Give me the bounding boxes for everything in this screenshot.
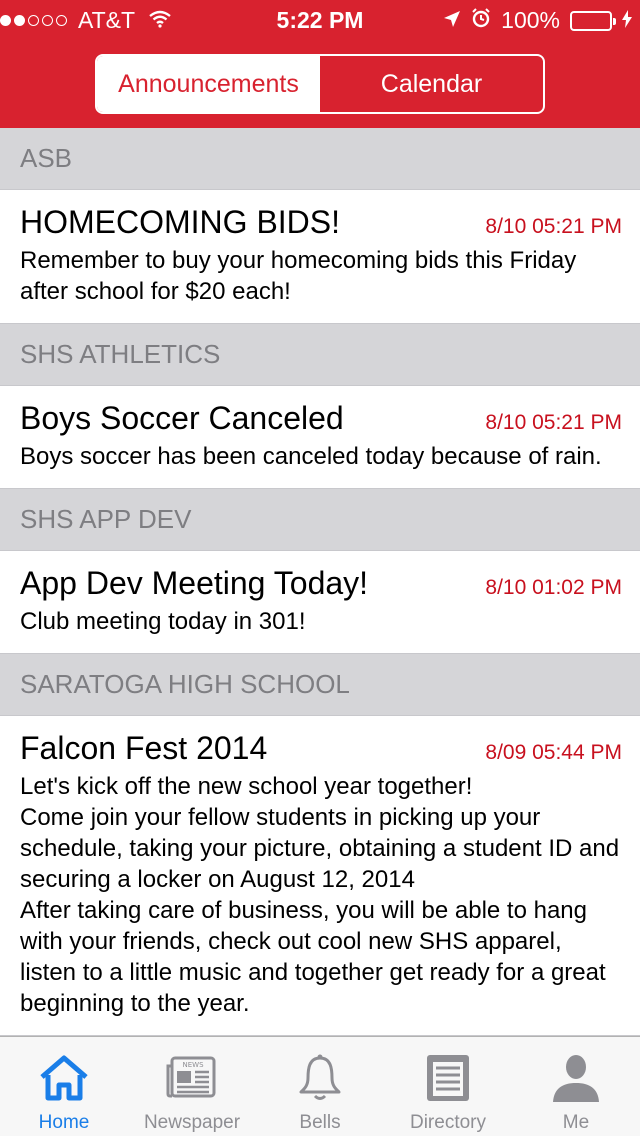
person-icon: [546, 1049, 606, 1107]
tab-label: Bells: [299, 1112, 341, 1133]
home-icon: [34, 1049, 94, 1107]
tab-calendar[interactable]: Calendar: [320, 56, 543, 112]
battery-percent: 100%: [501, 7, 560, 33]
newspaper-icon: NEWS: [162, 1049, 222, 1107]
announcement-title: Falcon Fest 2014: [20, 730, 268, 766]
segmented-control: Announcements Calendar: [95, 54, 545, 114]
charging-bolt-icon: [622, 7, 632, 34]
tab-label: Newspaper: [143, 1112, 241, 1133]
bell-icon: [290, 1049, 350, 1107]
tab-label: Me: [562, 1112, 590, 1133]
announcement-body: Club meeting today in 301!: [20, 608, 306, 635]
tab-announcements[interactable]: Announcements: [97, 56, 320, 112]
tab-home[interactable]: Home: [0, 1037, 128, 1136]
tab-me[interactable]: Me: [512, 1037, 640, 1136]
announcement-title: HOMECOMING BIDS!: [20, 204, 341, 240]
tab-bells[interactable]: Bells: [256, 1037, 384, 1136]
announcement-time: 8/09 05:44 PM: [485, 741, 622, 764]
announcement-item[interactable]: HOMECOMING BIDS! 8/10 05:21 PM Remember …: [0, 190, 640, 324]
announcement-item[interactable]: Falcon Fest 2014 8/09 05:44 PM Let's kic…: [0, 716, 640, 1036]
tab-label: Home: [38, 1112, 90, 1133]
tab-label: Directory: [409, 1112, 486, 1133]
announcement-time: 8/10 01:02 PM: [485, 576, 622, 599]
announcement-body: Boys soccer has been canceled today beca…: [20, 443, 602, 470]
section-header: ASB: [0, 128, 640, 190]
status-right: 100%: [433, 7, 632, 34]
section-header: SHS APP DEV: [0, 489, 640, 551]
tab-bar: Home NEWS Newspaper Bells Directory Me: [0, 1036, 640, 1136]
section-header: SHS ATHLETICS: [0, 324, 640, 386]
announcement-title: Boys Soccer Canceled: [20, 400, 344, 436]
announcement-title: App Dev Meeting Today!: [20, 565, 369, 601]
announcement-time: 8/10 05:21 PM: [485, 411, 622, 434]
announcement-body: Remember to buy your homecoming bids thi…: [20, 247, 577, 305]
tab-newspaper[interactable]: NEWS Newspaper: [128, 1037, 256, 1136]
alarm-icon: [471, 7, 491, 34]
tab-directory[interactable]: Directory: [384, 1037, 512, 1136]
location-arrow-icon: [443, 7, 461, 34]
section-header: SARATOGA HIGH SCHOOL: [0, 654, 640, 716]
battery-icon: [570, 10, 616, 31]
announcement-body: Let's kick off the new school year toget…: [20, 773, 620, 1017]
announcements-list[interactable]: ASB HOMECOMING BIDS! 8/10 05:21 PM Remem…: [0, 128, 640, 1036]
directory-icon: [418, 1049, 478, 1107]
newspaper-icon-text: NEWS: [182, 1061, 204, 1069]
announcement-item[interactable]: Boys Soccer Canceled 8/10 05:21 PM Boys …: [0, 386, 640, 489]
announcement-time: 8/10 05:21 PM: [485, 215, 622, 238]
app-header: AT&T 5:22 PM 100% Announcements Calendar: [0, 0, 640, 128]
announcement-item[interactable]: App Dev Meeting Today! 8/10 01:02 PM Clu…: [0, 551, 640, 654]
status-bar: AT&T 5:22 PM 100%: [0, 0, 640, 40]
